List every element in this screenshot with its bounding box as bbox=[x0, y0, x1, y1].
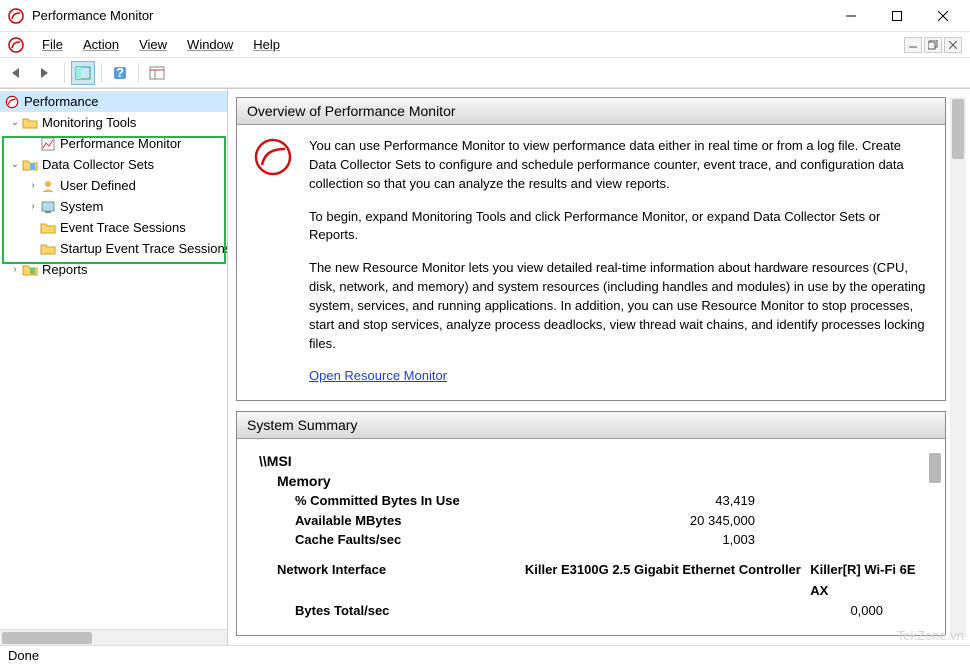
counter-label: Available MBytes bbox=[295, 511, 555, 531]
folder-dcs-icon bbox=[22, 157, 38, 173]
overview-paragraph-1: You can use Performance Monitor to view … bbox=[309, 137, 929, 194]
tree-node-performance[interactable]: Performance bbox=[0, 91, 227, 112]
tree-node-startup-event-trace-sessions[interactable]: Startup Event Trace Sessions bbox=[0, 238, 227, 259]
counter-label: Cache Faults/sec bbox=[295, 530, 555, 550]
network-instance-2: Killer[R] Wi-Fi 6E AX bbox=[810, 560, 923, 602]
properties-button[interactable] bbox=[145, 61, 169, 85]
host-name: \\MSI bbox=[259, 453, 923, 469]
system-icon bbox=[40, 199, 56, 215]
close-button[interactable] bbox=[920, 1, 966, 31]
toolbar-separator bbox=[101, 63, 102, 83]
tree-node-user-defined[interactable]: › User Defined bbox=[0, 175, 227, 196]
overview-paragraph-3: The new Resource Monitor lets you view d… bbox=[309, 259, 929, 353]
tree-node-data-collector-sets[interactable]: ⌄ Data Collector Sets bbox=[0, 154, 227, 175]
tree-node-reports[interactable]: › Reports bbox=[0, 259, 227, 280]
chart-icon bbox=[40, 136, 56, 152]
perfmon-icon bbox=[4, 94, 20, 110]
overview-header: Overview of Performance Monitor bbox=[237, 98, 945, 125]
counter-label: Bytes Total/sec bbox=[295, 601, 520, 621]
counter-row: % Committed Bytes In Use 43,419 bbox=[295, 491, 923, 511]
tree-label: Performance Monitor bbox=[60, 136, 181, 151]
folder-icon bbox=[40, 241, 56, 257]
app-icon bbox=[8, 8, 24, 24]
mdi-close-button[interactable] bbox=[944, 37, 962, 53]
tree-node-monitoring-tools[interactable]: ⌄ Monitoring Tools bbox=[0, 112, 227, 133]
overview-paragraph-2: To begin, expand Monitoring Tools and cl… bbox=[309, 208, 929, 246]
tree-label: Monitoring Tools bbox=[42, 115, 136, 130]
counter-value: 20 345,000 bbox=[555, 511, 795, 531]
mdi-restore-button[interactable] bbox=[924, 37, 942, 53]
counter-row: Bytes Total/sec 0,000 bbox=[295, 601, 923, 621]
network-category-row: Network Interface Killer E3100G 2.5 Giga… bbox=[277, 560, 923, 602]
main-area: Performance ⌄ Monitoring Tools Performan… bbox=[0, 88, 970, 645]
forward-button[interactable] bbox=[34, 61, 58, 85]
open-resource-monitor-link[interactable]: Open Resource Monitor bbox=[309, 368, 447, 383]
window-title: Performance Monitor bbox=[32, 8, 828, 23]
tree-label: Data Collector Sets bbox=[42, 157, 154, 172]
tree-label: Event Trace Sessions bbox=[60, 220, 186, 235]
status-bar: Done bbox=[0, 645, 970, 667]
mdi-minimize-button[interactable] bbox=[904, 37, 922, 53]
counter-value: 0,000 bbox=[520, 601, 923, 621]
menu-window[interactable]: Window bbox=[177, 34, 243, 55]
collapse-icon[interactable]: ⌄ bbox=[8, 117, 22, 128]
counter-value: 1,003 bbox=[555, 530, 795, 550]
tree-horizontal-scrollbar[interactable] bbox=[0, 629, 227, 645]
counter-row: Cache Faults/sec 1,003 bbox=[295, 530, 923, 550]
folder-tools-icon bbox=[22, 115, 38, 131]
tree-label: User Defined bbox=[60, 178, 136, 193]
memory-category: Memory bbox=[277, 473, 923, 489]
tree-label: Performance bbox=[24, 94, 98, 109]
collapse-icon[interactable]: ⌄ bbox=[8, 159, 22, 170]
network-instance-1: Killer E3100G 2.5 Gigabit Ethernet Contr… bbox=[525, 560, 810, 602]
svg-text:?: ? bbox=[116, 66, 124, 80]
tree-label: System bbox=[60, 199, 103, 214]
menu-file[interactable]: File bbox=[32, 34, 73, 55]
tree-label: Startup Event Trace Sessions bbox=[60, 241, 228, 256]
user-icon bbox=[40, 178, 56, 194]
content-pane: Overview of Performance Monitor You can … bbox=[228, 89, 970, 645]
menu-help[interactable]: Help bbox=[243, 34, 290, 55]
counter-value: 43,419 bbox=[555, 491, 795, 511]
menu-view[interactable]: View bbox=[129, 34, 177, 55]
tree-node-event-trace-sessions[interactable]: Event Trace Sessions bbox=[0, 217, 227, 238]
tree-node-performance-monitor[interactable]: Performance Monitor bbox=[0, 133, 227, 154]
counter-row: Available MBytes 20 345,000 bbox=[295, 511, 923, 531]
tree-label: Reports bbox=[42, 262, 88, 277]
status-text: Done bbox=[8, 648, 39, 663]
system-summary-header: System Summary bbox=[237, 412, 945, 439]
tree-pane: Performance ⌄ Monitoring Tools Performan… bbox=[0, 89, 228, 645]
maximize-button[interactable] bbox=[874, 1, 920, 31]
menu-action[interactable]: Action bbox=[73, 34, 129, 55]
titlebar: Performance Monitor bbox=[0, 0, 970, 32]
expand-icon[interactable]: › bbox=[26, 180, 40, 191]
content-vertical-scrollbar[interactable] bbox=[950, 97, 966, 637]
reports-icon bbox=[22, 262, 38, 278]
show-hide-tree-button[interactable] bbox=[71, 61, 95, 85]
app-icon-small bbox=[8, 37, 24, 53]
help-button[interactable]: ? bbox=[108, 61, 132, 85]
menubar: File Action View Window Help bbox=[0, 32, 970, 58]
minimize-button[interactable] bbox=[828, 1, 874, 31]
expand-icon[interactable]: › bbox=[8, 264, 22, 275]
tree-node-system[interactable]: › System bbox=[0, 196, 227, 217]
toolbar-separator bbox=[64, 63, 65, 83]
back-button[interactable] bbox=[6, 61, 30, 85]
counter-label: % Committed Bytes In Use bbox=[295, 491, 555, 511]
toolbar: ? bbox=[0, 58, 970, 88]
overview-panel: Overview of Performance Monitor You can … bbox=[236, 97, 946, 401]
summary-scrollbar[interactable] bbox=[929, 453, 941, 621]
network-category: Network Interface bbox=[277, 560, 525, 602]
toolbar-separator bbox=[138, 63, 139, 83]
system-summary-panel: System Summary \\MSI Memory % Committed … bbox=[236, 411, 946, 636]
perfmon-large-icon bbox=[253, 137, 293, 177]
folder-icon bbox=[40, 220, 56, 236]
expand-icon[interactable]: › bbox=[26, 201, 40, 212]
